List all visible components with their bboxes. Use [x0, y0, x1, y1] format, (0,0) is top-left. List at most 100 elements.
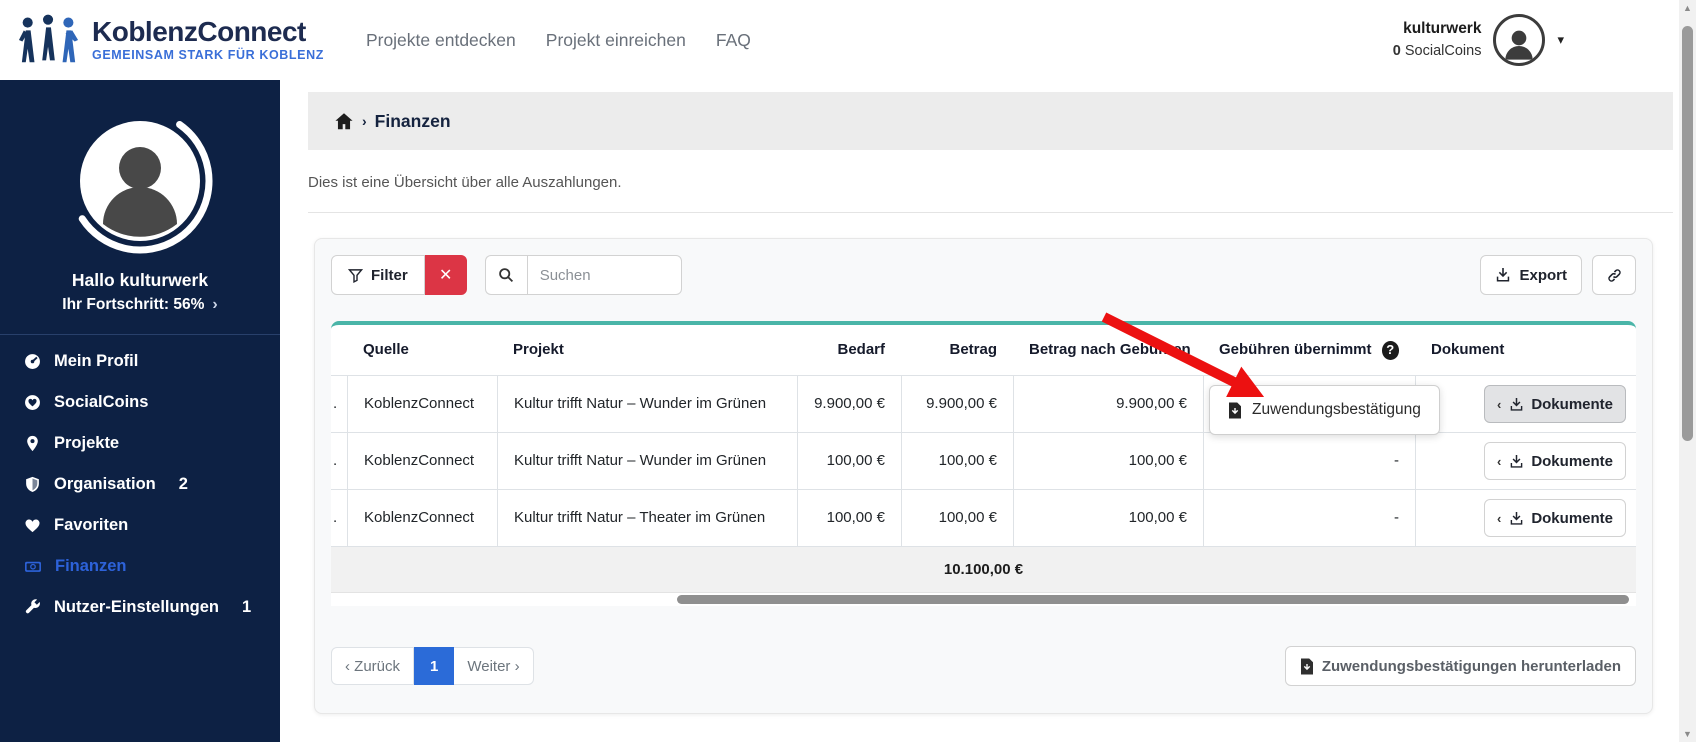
shield-icon: [24, 476, 41, 493]
quelle-cell: KoblenzConnect: [347, 490, 497, 546]
dokumente-button[interactable]: ‹ Dokumente: [1484, 499, 1626, 537]
card-footer: ‹ Zurück 1 Weiter › Zuwendungsbestätigun…: [331, 646, 1636, 686]
sidebar-item-projekte[interactable]: Projekte: [0, 423, 280, 464]
betrag-nach-gebuehren-cell: 100,00 €: [1013, 433, 1203, 489]
table-row: . KoblenzConnect Kultur trifft Natur – T…: [331, 490, 1636, 547]
dokumente-button[interactable]: ‹ Dokumente: [1484, 385, 1626, 423]
col-bedarf: Bedarf: [797, 325, 901, 375]
wrench-icon: [24, 599, 41, 616]
bedarf-cell: 100,00 €: [797, 490, 901, 546]
nav-projekte-entdecken[interactable]: Projekte entdecken: [366, 30, 516, 51]
download-all-label: Zuwendungsbestätigungen herunterladen: [1322, 658, 1621, 675]
scroll-up-icon[interactable]: ▲: [1683, 0, 1692, 16]
col-betrag-nach-gebuehren: Betrag nach Gebühren: [1013, 325, 1203, 375]
sidebar-item-nutzer-einstellungen[interactable]: Nutzer-Einstellungen 1: [0, 587, 280, 628]
sidebar-item-organisation[interactable]: Organisation 2: [0, 464, 280, 505]
nav-projekt-einreichen[interactable]: Projekt einreichen: [546, 30, 686, 51]
betrag-cell: 9.900,00 €: [901, 376, 1013, 432]
chevron-right-icon: ›: [212, 296, 217, 313]
quelle-cell: KoblenzConnect: [347, 433, 497, 489]
scroll-down-icon[interactable]: ▼: [1683, 726, 1692, 742]
sidebar-item-label: Projekte: [54, 434, 119, 453]
betrag-cell: 100,00 €: [901, 433, 1013, 489]
link-icon: [1606, 267, 1623, 284]
export-button[interactable]: Export: [1480, 255, 1582, 295]
sidebar-divider: [0, 334, 280, 335]
nav-faq[interactable]: FAQ: [716, 30, 751, 51]
sidebar-progress-link[interactable]: Ihr Fortschritt: 56% ›: [0, 296, 280, 314]
close-icon: ✕: [439, 265, 452, 285]
dokumente-label: Dokumente: [1531, 510, 1613, 527]
table-header-row: Quelle Projekt Bedarf Betrag Betrag nach…: [331, 325, 1636, 376]
collapse-caret-icon: ‹: [1497, 454, 1501, 469]
filter-label: Filter: [371, 267, 408, 284]
sidebar-item-badge: 1: [242, 598, 251, 617]
gauge-icon: [24, 353, 41, 370]
pagination-next-button[interactable]: Weiter ›: [454, 647, 533, 685]
dokument-cell: ‹ Dokumente: [1415, 433, 1636, 489]
dokumente-button[interactable]: ‹ Dokumente: [1484, 442, 1626, 480]
clipped-cell: .: [331, 490, 347, 546]
sidebar-item-badge: 2: [179, 475, 188, 494]
horizontal-scrollbar: [331, 593, 1636, 606]
betrag-cell: 100,00 €: [901, 490, 1013, 546]
collapse-caret-icon: ‹: [1497, 511, 1501, 526]
pagination-prev-button[interactable]: ‹ Zurück: [331, 647, 414, 685]
dokumente-label: Dokumente: [1531, 396, 1613, 413]
card-toolbar: Filter ✕: [331, 255, 1636, 295]
quelle-cell: KoblenzConnect: [347, 376, 497, 432]
sidebar-item-label: Finanzen: [55, 557, 127, 576]
file-download-icon: [1228, 402, 1242, 419]
dokument-cell: ‹ Dokumente: [1415, 490, 1636, 546]
col-betrag: Betrag: [901, 325, 1013, 375]
coins-value: 0: [1393, 43, 1401, 59]
brand-logo[interactable]: KoblenzConnect GEMEINSAM STARK FÜR KOBLE…: [18, 13, 324, 67]
search-icon-box: [485, 255, 527, 295]
col-projekt: Projekt: [497, 325, 797, 375]
home-icon[interactable]: [334, 112, 354, 131]
profile-avatar[interactable]: [65, 106, 215, 256]
page-description: Dies ist eine Übersicht über alle Auszah…: [308, 174, 1668, 191]
heart-icon: [24, 517, 41, 534]
download-all-zuwendungsbestaetigungen-button[interactable]: Zuwendungsbestätigungen herunterladen: [1285, 646, 1636, 686]
gebuehren-cell: -: [1203, 490, 1415, 546]
horizontal-scrollbar-thumb[interactable]: [677, 595, 1630, 604]
search-input[interactable]: [527, 255, 682, 295]
copy-link-button[interactable]: [1592, 255, 1636, 295]
dokumente-label: Dokumente: [1531, 453, 1613, 470]
brand-name: KoblenzConnect: [92, 18, 324, 46]
col-quelle: Quelle: [347, 325, 497, 375]
account-menu-caret-icon[interactable]: ▾: [1557, 32, 1564, 48]
progress-label: Ihr Fortschritt: 56%: [62, 296, 204, 313]
filter-button[interactable]: Filter: [331, 255, 425, 295]
betrag-nach-gebuehren-cell: 9.900,00 €: [1013, 376, 1203, 432]
account-username: kulturwerk: [1393, 18, 1482, 40]
clipped-column: [331, 325, 347, 375]
sidebar-item-label: Mein Profil: [54, 352, 138, 371]
brand-tagline: GEMEINSAM STARK FÜR KOBLENZ: [92, 48, 324, 62]
zuwendungsbestaetigung-button[interactable]: Zuwendungsbestätigung: [1209, 385, 1440, 435]
vertical-scrollbar[interactable]: ▲ ▼: [1679, 0, 1696, 742]
divider: [308, 212, 1673, 213]
download-icon: [1509, 454, 1524, 469]
avatar[interactable]: [1493, 14, 1545, 66]
top-navigation: Projekte entdecken Projekt einreichen FA…: [366, 30, 751, 51]
sidebar-item-favoriten[interactable]: Favoriten: [0, 505, 280, 546]
breadcrumb: › Finanzen: [334, 111, 451, 132]
clear-filter-button[interactable]: ✕: [425, 255, 467, 295]
pagination-current-page[interactable]: 1: [414, 647, 454, 685]
col-dokument: Dokument: [1415, 325, 1636, 375]
help-icon[interactable]: ?: [1382, 341, 1399, 360]
vertical-scrollbar-thumb[interactable]: [1682, 26, 1693, 441]
people-logo-icon: [18, 13, 80, 67]
sidebar-item-label: Organisation: [54, 475, 156, 494]
sidebar-item-socialcoins[interactable]: SocialCoins: [0, 382, 280, 423]
sidebar-item-mein-profil[interactable]: Mein Profil: [0, 341, 280, 382]
bedarf-cell: 100,00 €: [797, 433, 901, 489]
sidebar-item-finanzen[interactable]: Finanzen: [0, 546, 280, 587]
search-icon: [498, 267, 514, 283]
banknote-icon: [24, 558, 42, 575]
finance-card: Filter ✕: [314, 238, 1653, 714]
sidebar-item-label: SocialCoins: [54, 393, 148, 412]
dokument-cell: ‹ Dokumente: [1415, 376, 1636, 432]
